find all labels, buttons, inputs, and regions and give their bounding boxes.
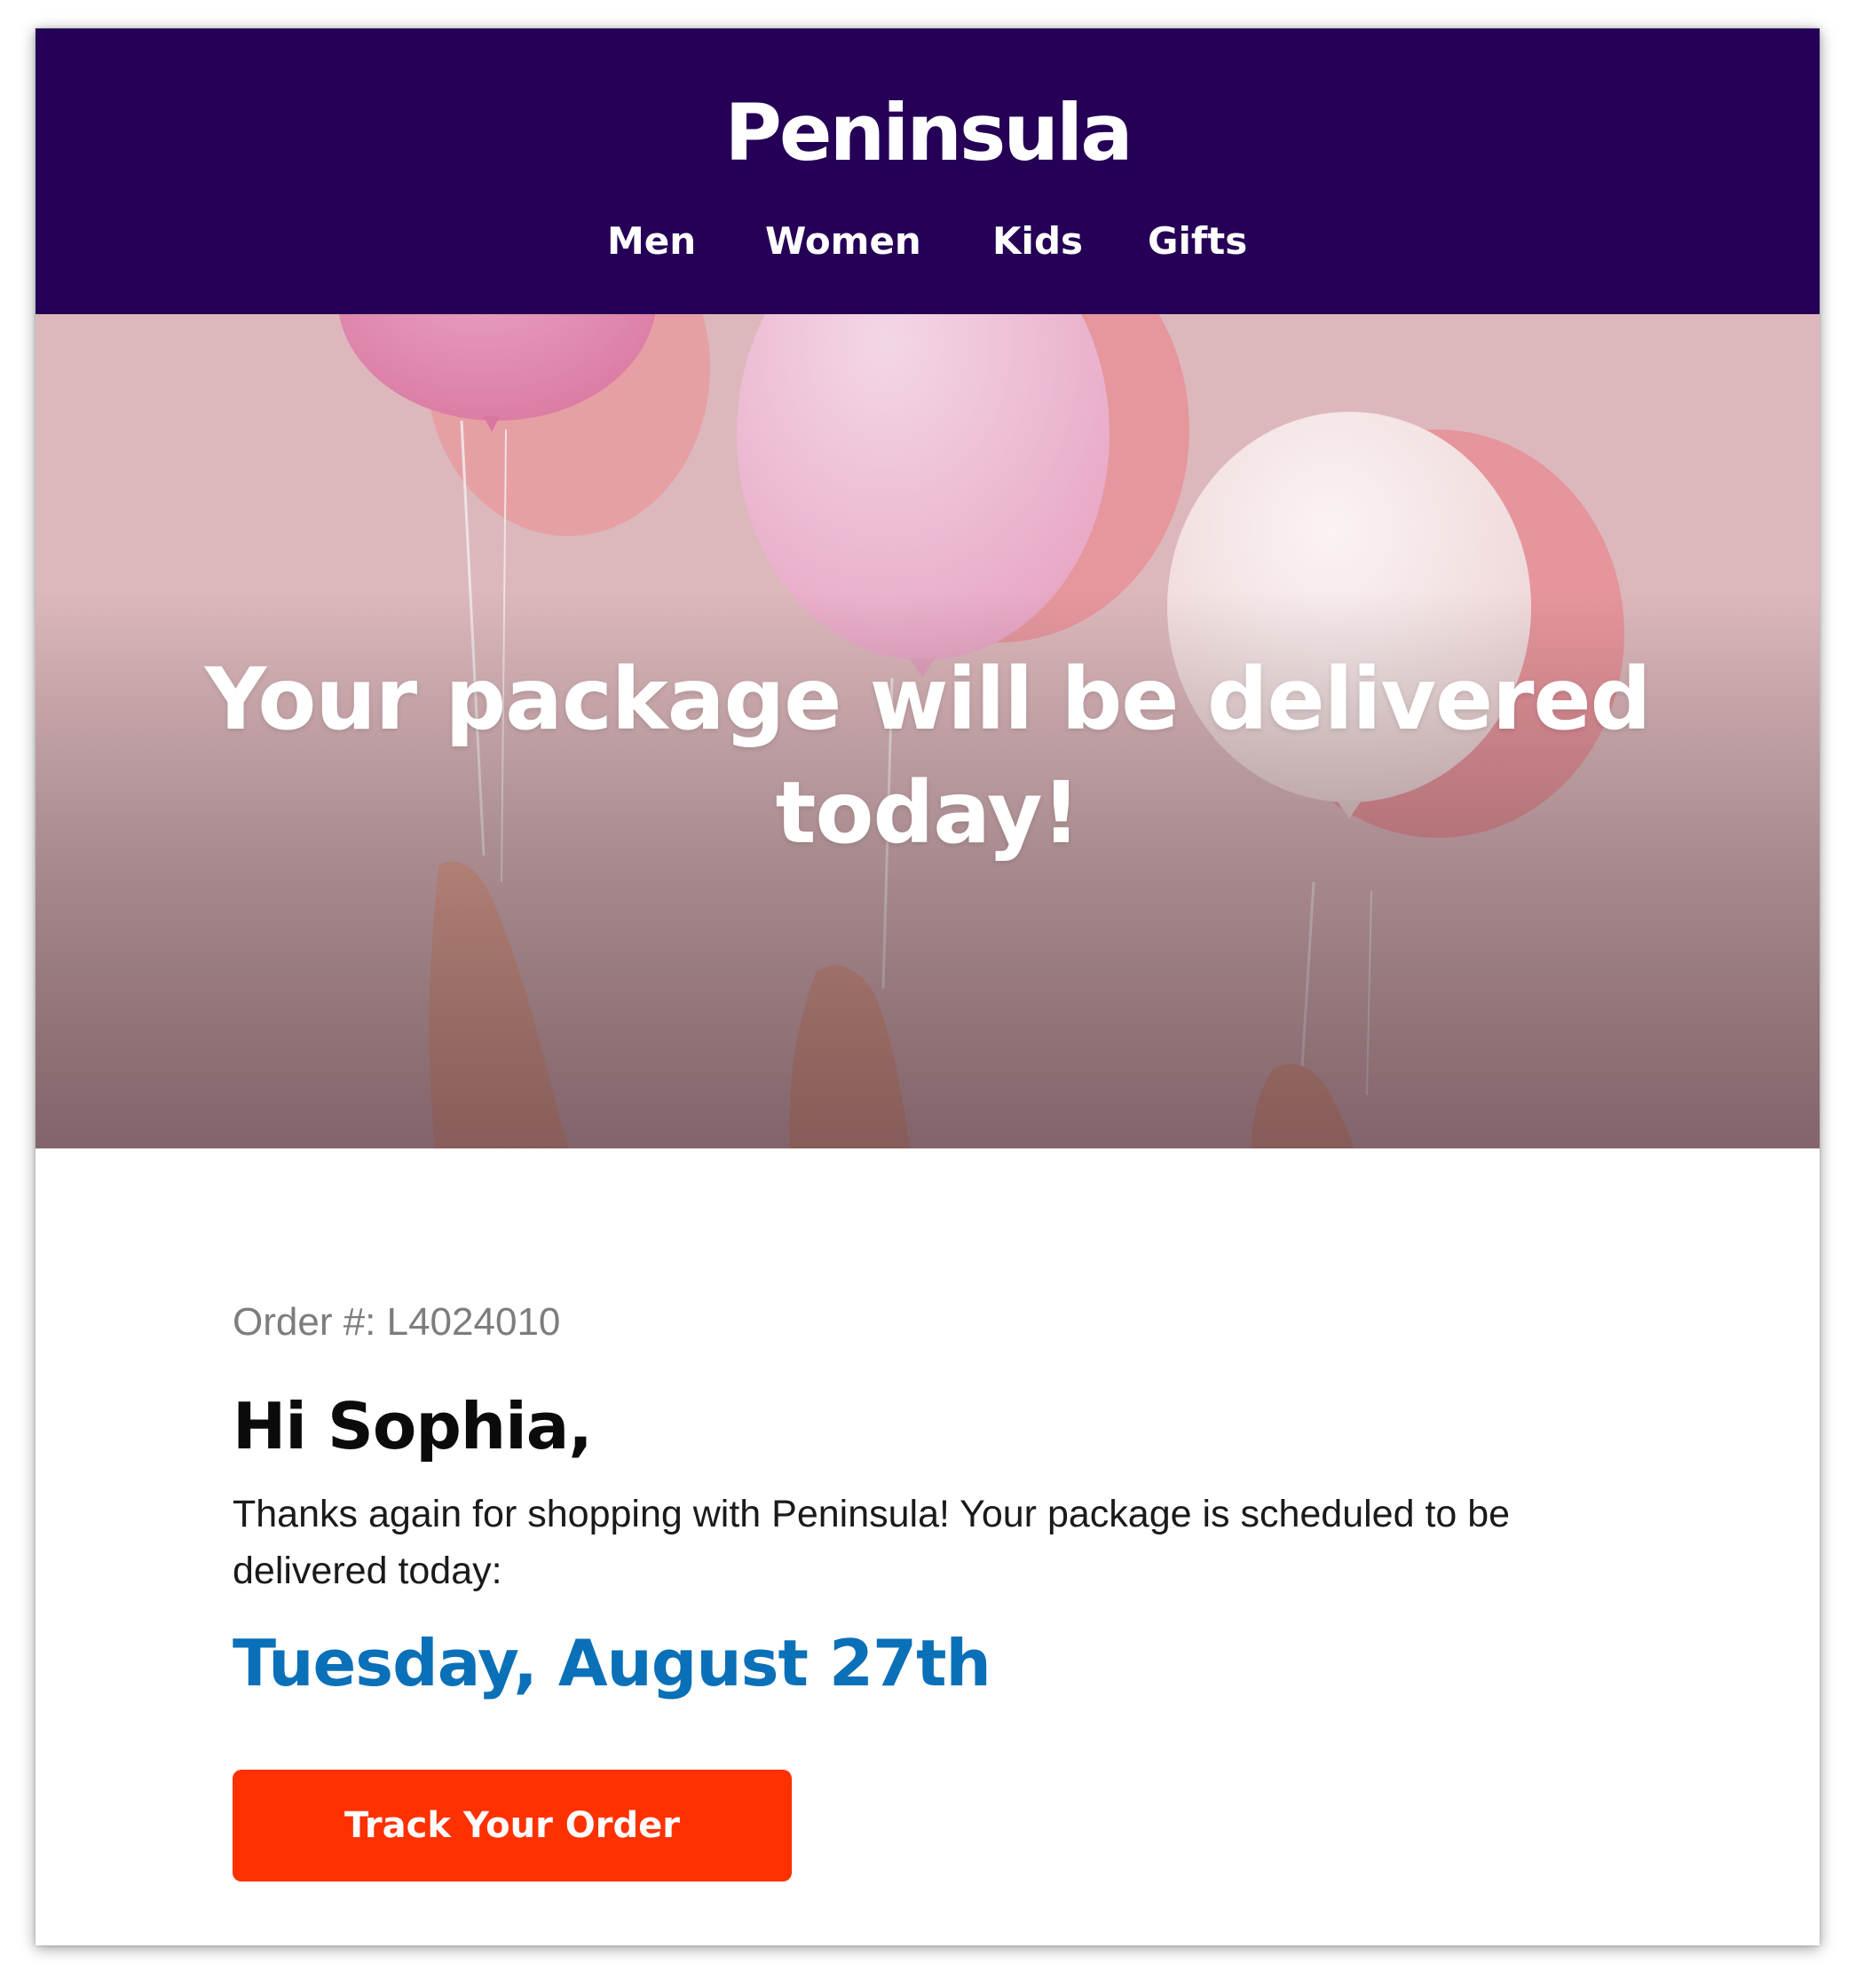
greeting-heading: Hi Sophia, <box>233 1389 593 1463</box>
email-header: Peninsula Men Women Kids Gifts <box>36 28 1820 314</box>
nav-item-gifts[interactable]: Gifts <box>1148 215 1247 268</box>
brand-logo[interactable]: Peninsula <box>36 90 1820 177</box>
nav-item-kids[interactable]: Kids <box>992 215 1083 268</box>
order-number: Order #: L4024010 <box>233 1300 561 1344</box>
nav-item-men[interactable]: Men <box>607 215 696 268</box>
hero-title: Your package will be delivered today! <box>204 650 1652 863</box>
hero-banner: Your package will be delivered today! <box>36 314 1820 1148</box>
email-card: Peninsula Men Women Kids Gifts Your pack… <box>36 28 1820 1945</box>
delivery-date: Tuesday, August 27th <box>233 1626 991 1700</box>
track-order-button[interactable]: Track Your Order <box>233 1770 792 1882</box>
nav-bar: Men Women Kids Gifts <box>36 215 1820 268</box>
nav-item-women[interactable]: Women <box>765 215 921 268</box>
delivery-message: Thanks again for shopping with Peninsula… <box>233 1493 1511 1592</box>
